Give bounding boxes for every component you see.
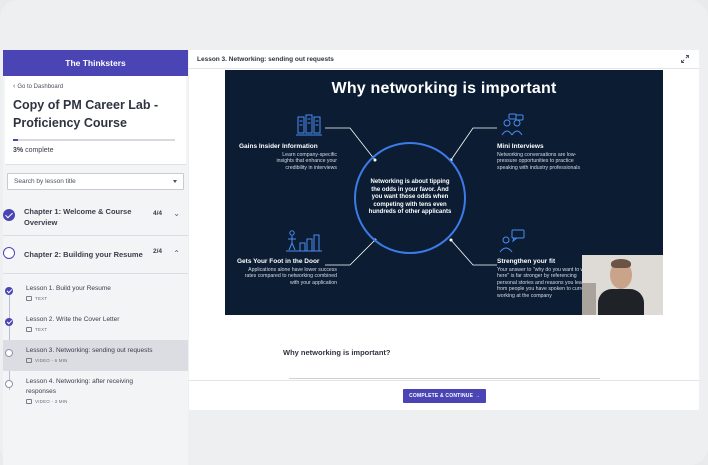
slide-center-circle: Networking is about tipping the odds in … xyxy=(354,142,466,254)
lesson-meta: VIDEO - 6 MIN xyxy=(26,358,182,363)
speaker-icon xyxy=(499,229,525,253)
lesson-meta: VIDEO - 3 MIN xyxy=(26,399,182,404)
complete-continue-button[interactable]: COMPLETE & CONTINUE → xyxy=(403,389,486,403)
slide-point-strengthen-fit: Strengthen your fit Your answer to "why … xyxy=(497,258,595,299)
course-sidebar: The Thinksters ‹ Go to Dashboard Copy of… xyxy=(3,50,188,465)
empty-dot-icon xyxy=(5,380,13,388)
lesson-meta-label: TEXT xyxy=(35,296,48,301)
slide-point-heading: Gains Insider Information xyxy=(239,143,318,150)
chapter-title: Chapter 2: Building your Resume xyxy=(24,250,143,259)
chevron-up-icon: ⌃ xyxy=(173,249,180,258)
presenter-webcam-thumbnail xyxy=(582,255,663,315)
interview-people-icon xyxy=(501,113,524,136)
document-icon xyxy=(26,296,32,301)
lesson-search-placeholder: Search by lesson title xyxy=(14,178,76,185)
slide-center-text: Networking is about tipping the odds in … xyxy=(368,179,452,216)
lesson-header: Lesson 3. Networking: sending out reques… xyxy=(189,50,699,69)
chapter-count: 4/4 xyxy=(152,210,162,217)
document-icon xyxy=(26,327,32,332)
slide-point-mini-interviews: Mini Interviews Networking conversations… xyxy=(497,143,587,171)
chapter-2-item[interactable]: Chapter 2: Building your Resume 2/4 ⌃ xyxy=(3,236,188,274)
lesson-search-select[interactable]: Search by lesson title xyxy=(7,173,184,190)
empty-circle-icon xyxy=(3,247,15,259)
slide-point-heading: Mini Interviews xyxy=(497,143,544,150)
expand-icon[interactable] xyxy=(681,55,689,63)
course-progress-bar xyxy=(13,139,175,141)
lesson-list: Lesson 1. Build your Resume TEXT Lesson … xyxy=(3,278,188,409)
lesson-meta-label: VIDEO - 3 MIN xyxy=(35,399,68,404)
lesson-title: Lesson 2. Write the Cover Letter xyxy=(26,316,120,323)
slide-point-text: Your answer to "why do you want to work … xyxy=(497,267,593,299)
course-progress-fill xyxy=(13,139,18,141)
caret-down-icon xyxy=(173,180,177,183)
video-icon xyxy=(26,358,32,363)
lesson-meta-label: TEXT xyxy=(35,327,48,332)
slide-point-text: Networking conversations are low-pressur… xyxy=(497,152,581,171)
presenter-hair xyxy=(611,259,631,268)
app-frame: The Thinksters ‹ Go to Dashboard Copy of… xyxy=(0,0,708,465)
slide-point-text: Learn company-specific insights that enh… xyxy=(276,152,337,171)
webcam-shelf xyxy=(582,283,596,315)
progress-text: 3% complete xyxy=(13,147,178,154)
question-divider xyxy=(289,378,600,379)
lesson-header-title: Lesson 3. Networking: sending out reques… xyxy=(197,55,334,63)
check-circle-icon xyxy=(3,209,15,221)
bar-growth-icon xyxy=(286,230,322,252)
lesson-meta: TEXT xyxy=(26,296,182,301)
lesson-slide-video[interactable]: Why networking is important Gains Inside… xyxy=(225,70,663,315)
lesson-title: Lesson 4. Networking: after receiving re… xyxy=(26,378,133,395)
course-card: ‹ Go to Dashboard Copy of PM Career Lab … xyxy=(5,76,186,165)
building-icon xyxy=(296,114,322,136)
slide-point-insider: Gains Insider Information Learn company-… xyxy=(239,143,339,171)
lesson-meta-label: VIDEO - 6 MIN xyxy=(35,358,68,363)
progress-suffix: complete xyxy=(25,147,54,154)
chapter-count: 2/4 xyxy=(152,248,162,255)
school-brand[interactable]: The Thinksters xyxy=(3,50,188,76)
lesson-item-2[interactable]: Lesson 2. Write the Cover Letter TEXT xyxy=(3,309,188,340)
course-title: Copy of PM Career Lab - Proficiency Cour… xyxy=(13,98,159,130)
lesson-title: Lesson 3. Networking: sending out reques… xyxy=(26,347,153,354)
back-to-dashboard-link[interactable]: ‹ Go to Dashboard xyxy=(13,83,178,90)
check-dot-icon xyxy=(5,287,13,295)
lesson-item-3[interactable]: Lesson 3. Networking: sending out reques… xyxy=(3,340,188,371)
slide-point-heading: Gets Your Foot in the Door xyxy=(237,258,320,265)
check-dot-icon xyxy=(5,318,13,326)
chapter-1-item[interactable]: Chapter 1: Welcome & Course Overview 4/4… xyxy=(3,198,188,236)
lesson-question: Why networking is important? xyxy=(283,348,391,357)
chevron-left-icon: ‹ xyxy=(13,83,16,90)
presenter-body xyxy=(598,289,644,315)
lesson-item-4[interactable]: Lesson 4. Networking: after receiving re… xyxy=(3,371,188,409)
chapter-title: Chapter 1: Welcome & Course Overview xyxy=(24,206,132,227)
lesson-title: Lesson 1. Build your Resume xyxy=(26,285,111,292)
slide-point-heading: Strengthen your fit xyxy=(497,258,556,265)
lesson-meta: TEXT xyxy=(26,327,182,332)
lesson-content: Lesson 3. Networking: sending out reques… xyxy=(189,50,699,410)
video-icon xyxy=(26,399,32,404)
empty-dot-icon xyxy=(5,349,13,357)
slide-point-foot-in-door: Gets Your Foot in the Door Applications … xyxy=(237,258,337,286)
lesson-item-1[interactable]: Lesson 1. Build your Resume TEXT xyxy=(3,278,188,309)
progress-percent: 3% xyxy=(13,147,24,154)
slide-point-text: Applications alone have lower success ra… xyxy=(244,267,337,286)
chevron-down-icon: ⌄ xyxy=(173,209,180,218)
back-link-label: Go to Dashboard xyxy=(17,83,64,90)
